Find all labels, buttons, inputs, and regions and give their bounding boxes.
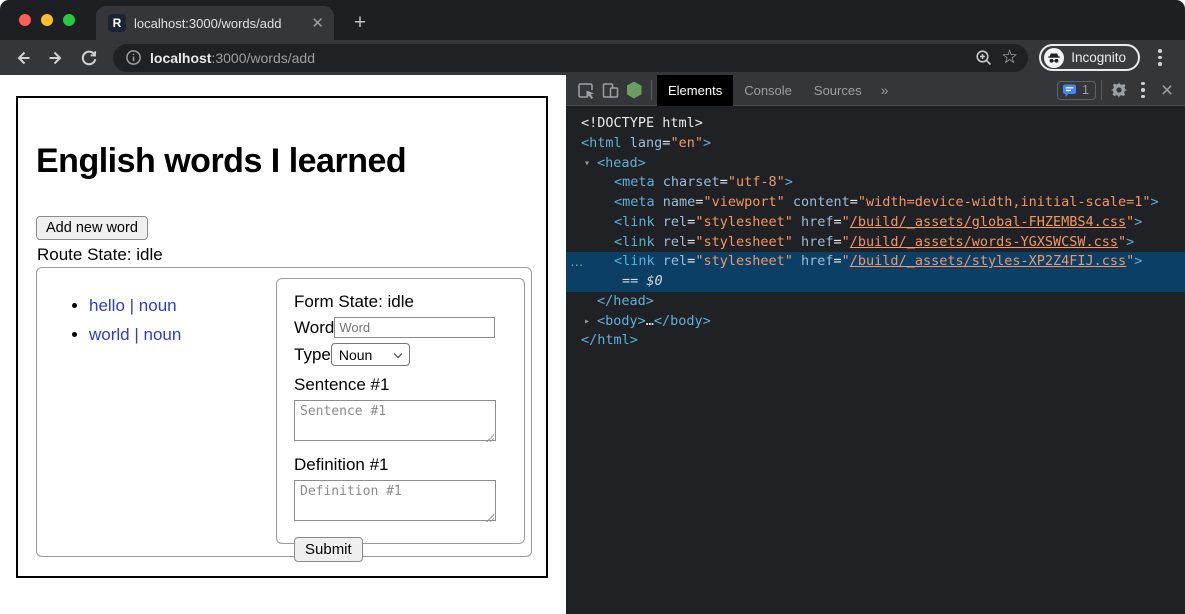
- browser-window: R localhost:3000/words/add ✕ + localhost…: [0, 0, 1185, 614]
- dom-tree-line[interactable]: <!DOCTYPE html>: [566, 114, 1185, 134]
- incognito-icon: [1044, 48, 1064, 68]
- dom-tree-line[interactable]: <meta charset="utf-8">: [566, 173, 1185, 193]
- page-viewport: English words I learned Add new word Rou…: [0, 75, 566, 614]
- dom-tree-line[interactable]: </head>: [566, 292, 1185, 312]
- dom-tree-line[interactable]: ▸<body>…</body>: [566, 312, 1185, 332]
- toolbar-divider: [1101, 80, 1102, 100]
- new-tab-button[interactable]: +: [348, 11, 372, 35]
- zoom-page-icon[interactable]: [975, 49, 993, 67]
- maximize-window-button[interactable]: [63, 14, 75, 26]
- word-link[interactable]: hello | noun: [89, 296, 177, 315]
- dom-tree-line[interactable]: == $0: [566, 272, 1185, 292]
- route-state-text: Route State: idle: [37, 245, 163, 265]
- devtools-tab-console[interactable]: Console: [733, 75, 803, 106]
- minimize-window-button[interactable]: [41, 14, 53, 26]
- sentence-textarea[interactable]: [294, 400, 496, 441]
- word-list-item: world | noun: [89, 325, 181, 345]
- url-host: localhost: [150, 50, 211, 66]
- browser-tab[interactable]: R localhost:3000/words/add ✕: [96, 6, 334, 40]
- issues-count: 1: [1082, 83, 1089, 97]
- issues-counter[interactable]: 1: [1057, 81, 1096, 100]
- dom-tree-line[interactable]: </html>: [566, 331, 1185, 351]
- add-word-form: Form State: idle Word Type Noun: [276, 278, 525, 544]
- issues-bubble-icon: [1062, 83, 1077, 98]
- dom-tree-line[interactable]: ▾<head>: [566, 154, 1185, 174]
- add-new-word-button[interactable]: Add new word: [36, 216, 148, 240]
- devtools-panel: ElementsConsoleSources » 1 × <!DOCTYPE h…: [566, 75, 1185, 614]
- app-container: English words I learned Add new word Rou…: [16, 96, 548, 578]
- devtools-tabs: ElementsConsoleSources: [657, 75, 873, 106]
- dom-tree-line[interactable]: <html lang="en">: [566, 134, 1185, 154]
- bookmark-star-icon[interactable]: ☆: [1001, 46, 1018, 69]
- form-state-text: Form State: idle: [294, 292, 508, 312]
- devtools-tab-sources[interactable]: Sources: [803, 75, 873, 106]
- dom-tree-line[interactable]: …<link rel="stylesheet" href="/build/_as…: [566, 252, 1185, 272]
- more-tabs-button[interactable]: »: [873, 82, 897, 98]
- address-bar[interactable]: localhost:3000/words/add ☆: [113, 44, 1028, 72]
- devtools-toolbar: ElementsConsoleSources » 1 ×: [566, 75, 1185, 106]
- browser-menu-icon[interactable]: [1147, 45, 1173, 71]
- chevron-down-icon: [394, 350, 402, 358]
- tab-close-icon[interactable]: ✕: [311, 16, 324, 31]
- type-label: Type: [294, 345, 331, 365]
- dom-tree-line[interactable]: <link rel="stylesheet" href="/build/_ass…: [566, 213, 1185, 233]
- expand-arrow-right-icon[interactable]: ▸: [584, 312, 590, 332]
- back-icon[interactable]: [10, 45, 36, 71]
- address-toolbar: localhost:3000/words/add ☆ Incognito: [0, 40, 1185, 75]
- url-path: :3000/words/add: [211, 50, 315, 66]
- url-text: localhost:3000/words/add: [150, 50, 967, 66]
- word-input[interactable]: [334, 317, 495, 338]
- word-list-item: hello | noun: [89, 296, 181, 316]
- incognito-label: Incognito: [1071, 50, 1126, 65]
- more-actions-icon[interactable]: …: [570, 252, 584, 272]
- word-link[interactable]: world | noun: [89, 325, 181, 344]
- traffic-lights: [19, 14, 75, 26]
- reload-icon[interactable]: [76, 45, 102, 71]
- page-title: English words I learned: [36, 142, 406, 181]
- settings-gear-icon[interactable]: [1107, 78, 1131, 102]
- dom-tree-line[interactable]: <link rel="stylesheet" href="/build/_ass…: [566, 233, 1185, 253]
- devtools-menu-icon[interactable]: [1131, 78, 1155, 102]
- words-section: hello | noun world | noun Form State: idl…: [36, 267, 532, 557]
- dom-tree-line[interactable]: <meta name="viewport" content="width=dev…: [566, 193, 1185, 213]
- word-label: Word: [294, 318, 334, 338]
- close-window-button[interactable]: [19, 14, 31, 26]
- device-toolbar-icon[interactable]: [598, 78, 622, 102]
- site-info-icon[interactable]: [125, 49, 142, 66]
- tab-title: localhost:3000/words/add: [134, 16, 303, 31]
- type-select[interactable]: Noun: [331, 343, 410, 366]
- incognito-badge: Incognito: [1039, 44, 1140, 71]
- title-bar: R localhost:3000/words/add ✕ +: [0, 0, 1185, 40]
- toolbar-divider: [651, 80, 652, 100]
- forward-icon[interactable]: [43, 45, 69, 71]
- word-list: hello | noun world | noun: [89, 296, 181, 354]
- definition-label: Definition #1: [294, 455, 508, 475]
- definition-textarea[interactable]: [294, 480, 496, 521]
- devtools-close-icon[interactable]: ×: [1155, 78, 1179, 102]
- submit-button[interactable]: Submit: [294, 537, 363, 562]
- sentence-label: Sentence #1: [294, 375, 508, 395]
- type-select-value: Noun: [339, 347, 372, 363]
- node-target-icon[interactable]: [622, 78, 646, 102]
- expand-arrow-down-icon[interactable]: ▾: [584, 154, 590, 174]
- inspect-element-icon[interactable]: [574, 78, 598, 102]
- remix-favicon-icon: R: [108, 14, 126, 32]
- dom-tree: <!DOCTYPE html><html lang="en">▾<head><m…: [566, 106, 1185, 614]
- devtools-tab-elements[interactable]: Elements: [657, 75, 733, 106]
